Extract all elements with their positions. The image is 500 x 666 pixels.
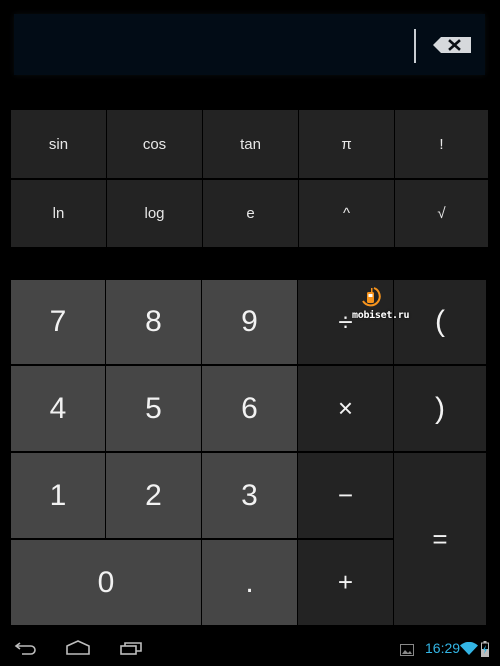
close-paren-button[interactable]: ) (394, 366, 486, 451)
decimal-point-button[interactable]: . (202, 540, 297, 625)
backspace-button[interactable] (432, 36, 472, 54)
status-area[interactable]: 16:29 (380, 630, 500, 666)
equals-button[interactable]: = (394, 453, 486, 625)
ln-button[interactable]: ln (11, 180, 106, 247)
divide-button[interactable]: ÷ (298, 280, 393, 364)
sin-button[interactable]: sin (11, 110, 106, 178)
log-button[interactable]: log (107, 180, 202, 247)
e-button[interactable]: e (203, 180, 298, 247)
minus-button[interactable]: − (298, 453, 393, 538)
digit-3-button[interactable]: 3 (202, 453, 297, 538)
battery-charging-icon (481, 641, 489, 657)
digit-2-button[interactable]: 2 (106, 453, 201, 538)
digit-4-button[interactable]: 4 (11, 366, 105, 451)
sqrt-button[interactable]: √ (395, 180, 488, 247)
pi-button[interactable]: π (299, 110, 394, 178)
gallery-notification-icon (400, 644, 414, 656)
main-keypad: 7 8 9 ÷ ( 4 5 6 × ) 1 2 3 − = 0 . + (11, 280, 486, 625)
digit-0-button[interactable]: 0 (11, 540, 201, 625)
backspace-icon (433, 37, 471, 53)
cos-button[interactable]: cos (107, 110, 202, 178)
power-button[interactable]: ^ (299, 180, 394, 247)
clock: 16:29 (425, 640, 461, 656)
open-paren-button[interactable]: ( (394, 280, 486, 364)
tan-button[interactable]: tan (203, 110, 298, 178)
factorial-button[interactable]: ! (395, 110, 488, 178)
system-navigation-bar: 16:29 (0, 630, 500, 666)
home-button[interactable] (65, 640, 91, 660)
plus-button[interactable]: + (298, 540, 393, 625)
home-icon (66, 640, 90, 655)
wifi-icon (460, 642, 478, 655)
digit-5-button[interactable]: 5 (106, 366, 201, 451)
recent-apps-icon (120, 642, 142, 655)
digit-9-button[interactable]: 9 (202, 280, 297, 364)
recent-apps-button[interactable] (119, 640, 143, 660)
digit-6-button[interactable]: 6 (202, 366, 297, 451)
back-button[interactable] (14, 640, 38, 660)
digit-7-button[interactable]: 7 (11, 280, 105, 364)
digit-8-button[interactable]: 8 (106, 280, 201, 364)
multiply-button[interactable]: × (298, 366, 393, 451)
back-icon (14, 642, 36, 655)
function-keypad: sin cos tan π ! ln log e ^ √ (11, 110, 488, 247)
text-cursor (414, 29, 416, 63)
digit-1-button[interactable]: 1 (11, 453, 105, 538)
expression-display[interactable] (14, 14, 485, 75)
